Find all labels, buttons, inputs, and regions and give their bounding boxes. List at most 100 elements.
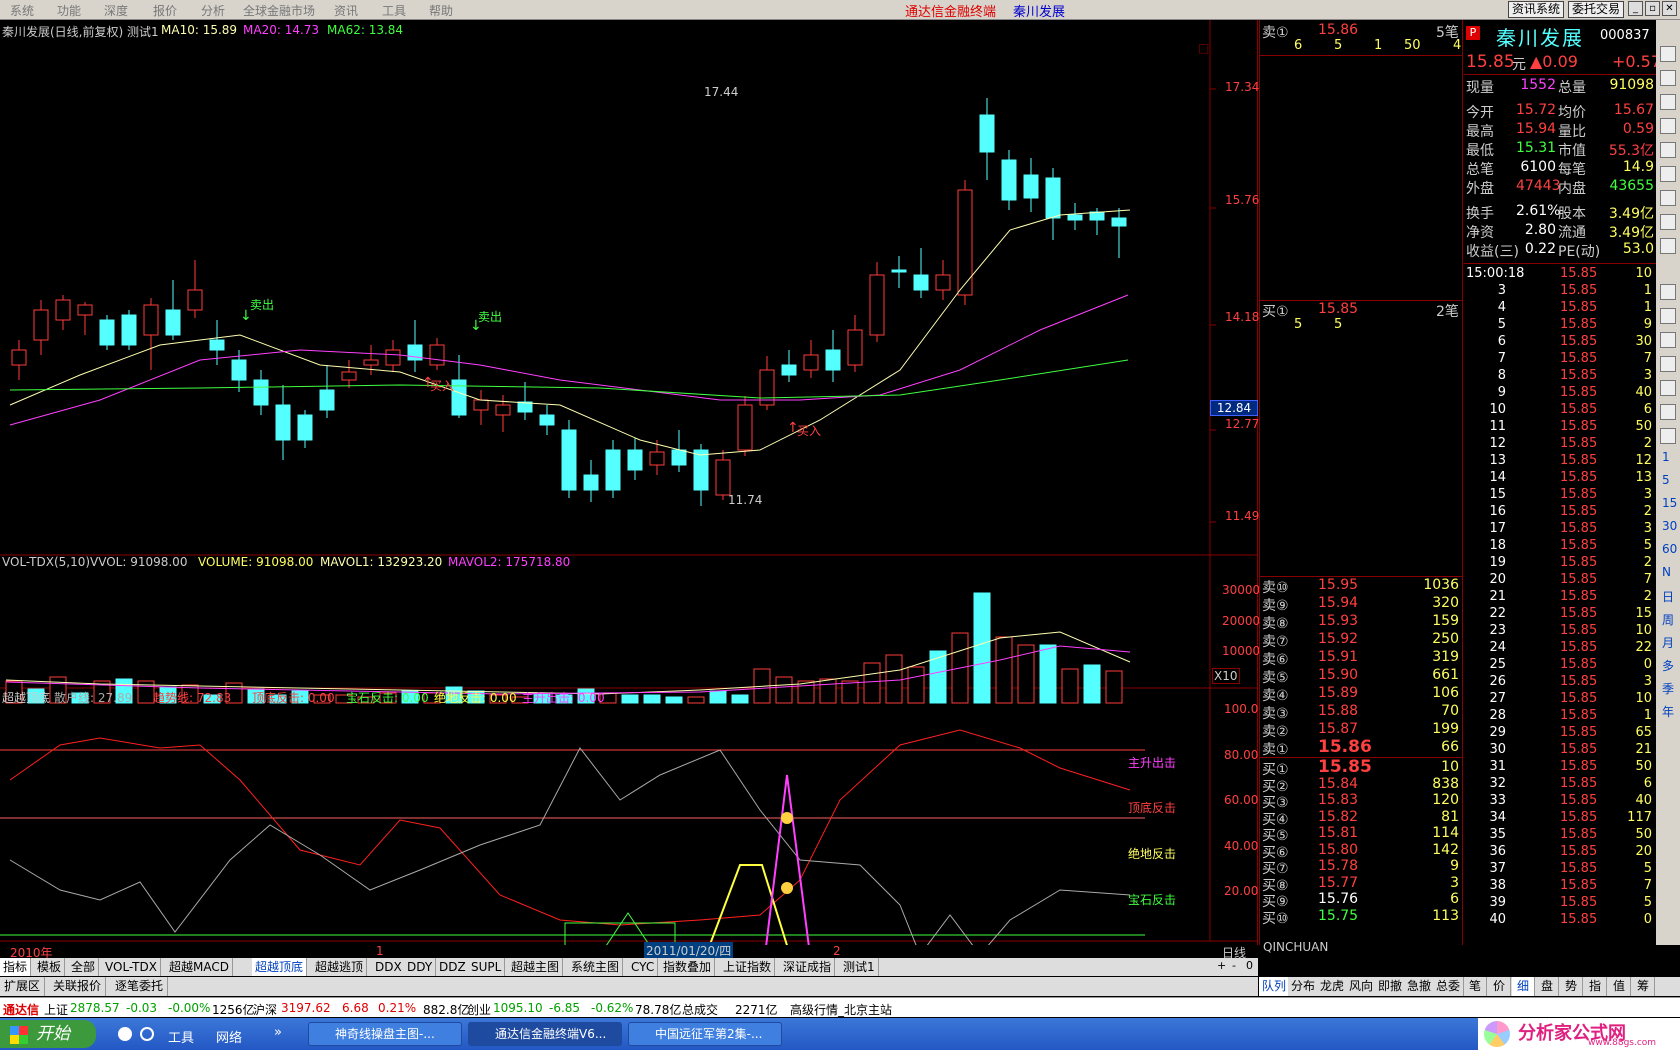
tool-icon-9[interactable] bbox=[1660, 238, 1676, 254]
tool-icon-13[interactable] bbox=[1660, 356, 1676, 372]
book-tab-3[interactable]: 风向 bbox=[1346, 977, 1378, 996]
indicator-tab-0[interactable]: 指标 bbox=[0, 958, 32, 976]
tool-icon-4[interactable] bbox=[1660, 118, 1676, 134]
status-server[interactable]: 高级行情_北京主站 bbox=[790, 1001, 892, 1018]
menu-quote[interactable]: 报价 bbox=[153, 2, 177, 19]
period-button-7[interactable]: 周 bbox=[1662, 611, 1674, 628]
tool-icon-14[interactable] bbox=[1660, 380, 1676, 396]
book-tab-0[interactable]: 队列 bbox=[1259, 977, 1291, 996]
bid-volume[interactable]: 120 bbox=[1432, 792, 1459, 808]
menu-function[interactable]: 功能 bbox=[57, 2, 81, 19]
indicator-tab-12[interactable]: 系统主图 bbox=[568, 958, 624, 976]
trade-button[interactable]: 委托交易 bbox=[1568, 1, 1625, 18]
period-button-1[interactable]: 5 bbox=[1662, 473, 1670, 487]
bid-volume[interactable]: 9 bbox=[1450, 858, 1459, 874]
ask-volume[interactable]: 250 bbox=[1432, 631, 1459, 647]
indicator-tab-17[interactable]: 测试1 bbox=[840, 958, 879, 976]
buy1-queue[interactable]: 买① 15.85 2笔 5 5 bbox=[1260, 300, 1462, 334]
bid-volume[interactable]: 10 bbox=[1441, 759, 1459, 775]
bid-volume[interactable]: 142 bbox=[1432, 842, 1459, 858]
tool-icon-15[interactable] bbox=[1660, 404, 1676, 420]
quote-tab-2[interactable]: 细 bbox=[1512, 977, 1536, 996]
indicator-tab-2[interactable]: 全部 bbox=[68, 958, 100, 976]
minimize-icon[interactable]: _ bbox=[1628, 1, 1643, 16]
ask-volume[interactable]: 66 bbox=[1441, 739, 1459, 755]
period-button-8[interactable]: 月 bbox=[1662, 634, 1674, 651]
indicator-tab-9[interactable]: DDZ bbox=[436, 958, 470, 976]
tool-icon-3[interactable] bbox=[1660, 94, 1676, 110]
browser-icon[interactable] bbox=[140, 1027, 154, 1041]
kline-chart[interactable]: ↓↓↑↑□ bbox=[0, 20, 1258, 945]
sell1-queue[interactable]: 卖① 15.86 5笔 6 5 1 50 4 bbox=[1260, 22, 1462, 56]
bid-volume[interactable]: 838 bbox=[1432, 776, 1459, 792]
bid-volume[interactable]: 3 bbox=[1450, 875, 1459, 891]
period-button-2[interactable]: 15 bbox=[1662, 496, 1677, 510]
book-tab-2[interactable]: 龙虎 bbox=[1317, 977, 1349, 996]
bid-volume[interactable]: 6 bbox=[1450, 891, 1459, 907]
indicator-tab-3[interactable]: VOL-TDX bbox=[102, 958, 161, 976]
period-button-6[interactable]: 日 bbox=[1662, 588, 1674, 605]
period-button-10[interactable]: 季 bbox=[1662, 680, 1674, 697]
ask-volume[interactable]: 159 bbox=[1432, 613, 1459, 629]
indicator-tab-14[interactable]: 指数叠加 bbox=[660, 958, 716, 976]
indicator-tab-1[interactable]: 模板 bbox=[34, 958, 66, 976]
quote-tab-7[interactable]: 筹 bbox=[1632, 977, 1656, 996]
period-button-4[interactable]: 60 bbox=[1662, 542, 1677, 556]
ask-volume[interactable]: 320 bbox=[1432, 595, 1459, 611]
tick-list[interactable]: 15:00:18 15.85 10 3 15.85 1 4 15.85 1 5 15.85 9 6 15.… bbox=[1464, 263, 1656, 943]
net-menu[interactable]: 网络 bbox=[216, 1027, 242, 1046]
indicator-tab-10[interactable]: SUPL bbox=[468, 958, 506, 976]
indicator-tab-13[interactable]: CYC bbox=[628, 958, 659, 976]
quote-tab-0[interactable]: 笔 bbox=[1464, 977, 1488, 996]
indicator-tab-7[interactable]: DDX bbox=[372, 958, 406, 976]
ask-volume[interactable]: 70 bbox=[1441, 703, 1459, 719]
tool-icon-8[interactable] bbox=[1660, 214, 1676, 230]
book-tab-1[interactable]: 分布 bbox=[1288, 977, 1320, 996]
zoom-controls[interactable]: + -0 bbox=[1212, 959, 1258, 976]
news-system-button[interactable]: 资讯系统 bbox=[1508, 1, 1565, 18]
indicator-tab-15[interactable]: 上证指数 bbox=[720, 958, 776, 976]
ask-volume[interactable]: 106 bbox=[1432, 685, 1459, 701]
indicator-tab-16[interactable]: 深证成指 bbox=[780, 958, 836, 976]
task-2[interactable]: 通达信金融终端V6... bbox=[468, 1022, 622, 1046]
tool-icon-5[interactable] bbox=[1660, 142, 1676, 158]
quote-tab-3[interactable]: 盘 bbox=[1536, 977, 1560, 996]
tool-icon-1[interactable] bbox=[1660, 46, 1676, 62]
ext-tab-2[interactable]: 逐笔委托 bbox=[111, 977, 169, 996]
period-button-5[interactable]: N bbox=[1662, 565, 1671, 579]
ask-volume[interactable]: 661 bbox=[1432, 667, 1459, 683]
restore-icon[interactable]: ▫ bbox=[1645, 1, 1660, 16]
tool-icon-11[interactable] bbox=[1660, 308, 1676, 324]
task-1[interactable]: 神奇线操盘主图-... bbox=[308, 1022, 462, 1046]
expand-icon[interactable]: □ bbox=[1198, 41, 1209, 55]
menu-news[interactable]: 资讯 bbox=[334, 2, 358, 19]
indicator-tab-4[interactable]: 超越MACD bbox=[166, 958, 233, 976]
quote-tab-4[interactable]: 势 bbox=[1560, 977, 1584, 996]
quote-tab-5[interactable]: 指 bbox=[1584, 977, 1608, 996]
ask-volume[interactable]: 199 bbox=[1432, 721, 1459, 737]
bid-volume[interactable]: 114 bbox=[1432, 825, 1459, 841]
book-tab-4[interactable]: 即撤 bbox=[1375, 977, 1407, 996]
ie-icon[interactable] bbox=[118, 1027, 132, 1041]
menu-help[interactable]: 帮助 bbox=[429, 2, 453, 19]
quote-tab-1[interactable]: 价 bbox=[1488, 977, 1512, 996]
bid-volume[interactable]: 81 bbox=[1441, 809, 1459, 825]
tool-icon-6[interactable] bbox=[1660, 166, 1676, 182]
tool-icon-16[interactable] bbox=[1660, 428, 1676, 444]
tool-menu[interactable]: 工具 bbox=[168, 1027, 194, 1046]
tool-icon-12[interactable] bbox=[1660, 332, 1676, 348]
menu-system[interactable]: 系统 bbox=[10, 2, 34, 19]
book-tab-6[interactable]: 总委 bbox=[1433, 977, 1465, 996]
book-tab-5[interactable]: 急撤 bbox=[1404, 977, 1436, 996]
period-button-0[interactable]: 1 bbox=[1662, 450, 1670, 464]
tool-icon-7[interactable] bbox=[1660, 190, 1676, 206]
quote-tab-6[interactable]: 值 bbox=[1608, 977, 1632, 996]
period-button-9[interactable]: 多 bbox=[1662, 657, 1674, 674]
indicator-tab-6[interactable]: 超越逃顶 bbox=[312, 958, 368, 976]
menu-analysis[interactable]: 分析 bbox=[201, 2, 225, 19]
ext-tab-1[interactable]: 关联报价 bbox=[49, 977, 107, 996]
taskbar-more-icon[interactable]: » bbox=[274, 1025, 282, 1040]
ext-tab-0[interactable]: 扩展区 bbox=[0, 977, 46, 996]
indicator-tab-11[interactable]: 超越主图 bbox=[508, 958, 564, 976]
menu-tools[interactable]: 工具 bbox=[382, 2, 406, 19]
